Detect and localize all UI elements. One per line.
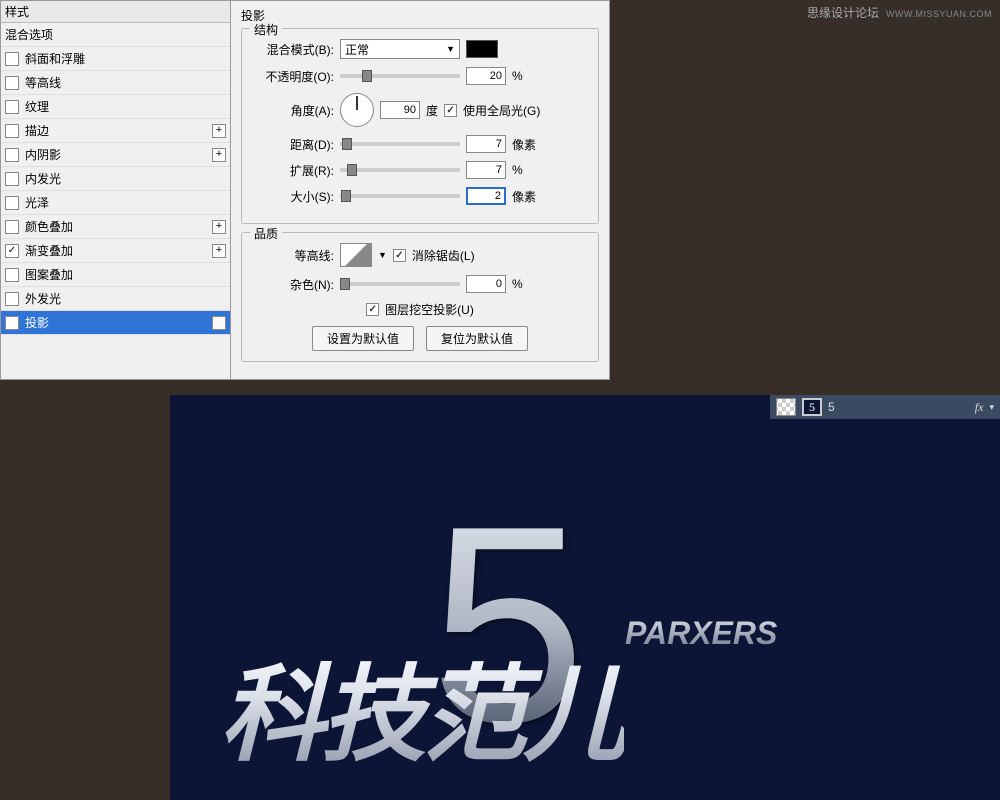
distance-slider[interactable]	[340, 142, 460, 146]
layer-mask-thumbnail[interactable]: 5	[802, 398, 822, 416]
distance-label: 距离(D):	[254, 136, 334, 153]
style-checkbox[interactable]	[5, 220, 19, 234]
sidebar-item-label: 投影	[25, 314, 212, 331]
drop-shadow-panel: 投影 结构 混合模式(B): 正常 ▼ 不透明度(O): % 角度(A):	[231, 1, 609, 379]
sidebar-item-label: 光泽	[25, 194, 226, 211]
sidebar-item-2[interactable]: 纹理	[1, 95, 230, 119]
chevron-down-icon: ▼	[446, 44, 455, 54]
canvas-preview: 5 5 fx ▾ 5 PARXERS 科技范儿	[170, 395, 1000, 800]
opacity-input[interactable]	[466, 67, 506, 85]
layer-name[interactable]: 5	[828, 400, 835, 414]
sidebar-item-7[interactable]: 颜色叠加+	[1, 215, 230, 239]
sidebar-item-9[interactable]: 图案叠加	[1, 263, 230, 287]
structure-fieldset: 结构 混合模式(B): 正常 ▼ 不透明度(O): % 角度(A): 度	[241, 28, 599, 224]
size-slider[interactable]	[340, 194, 460, 198]
contour-label: 等高线:	[254, 247, 334, 264]
sidebar-item-label: 等高线	[25, 74, 226, 91]
style-checkbox[interactable]	[5, 148, 19, 162]
blending-options-item[interactable]: 混合选项	[1, 23, 230, 47]
style-checkbox[interactable]	[5, 52, 19, 66]
antialias-checkbox[interactable]	[393, 249, 406, 262]
sidebar-item-10[interactable]: 外发光	[1, 287, 230, 311]
sidebar-item-label: 内阴影	[25, 146, 212, 163]
chevron-down-icon[interactable]: ▼	[378, 250, 387, 260]
plus-icon[interactable]: +	[212, 148, 226, 162]
make-default-button[interactable]: 设置为默认值	[312, 326, 414, 351]
spread-slider[interactable]	[340, 168, 460, 172]
size-input[interactable]	[466, 187, 506, 205]
artwork-chinese-text: 科技范儿	[220, 630, 624, 782]
plus-icon[interactable]: +	[212, 124, 226, 138]
spread-label: 扩展(R):	[254, 162, 334, 179]
sidebar-item-label: 内发光	[25, 170, 226, 187]
fx-icon[interactable]: fx	[975, 400, 984, 415]
blend-mode-label: 混合模式(B):	[254, 41, 334, 58]
sidebar-item-label: 颜色叠加	[25, 218, 212, 235]
noise-label: 杂色(N):	[254, 276, 334, 293]
style-checkbox[interactable]	[5, 196, 19, 210]
opacity-slider[interactable]	[340, 74, 460, 78]
style-checkbox[interactable]	[5, 172, 19, 186]
shadow-color-swatch[interactable]	[466, 40, 498, 58]
sidebar-item-4[interactable]: 内阴影+	[1, 143, 230, 167]
plus-icon[interactable]: +	[212, 316, 226, 330]
size-label: 大小(S):	[254, 188, 334, 205]
plus-icon[interactable]: +	[212, 220, 226, 234]
sidebar-item-label: 图案叠加	[25, 266, 226, 283]
angle-input[interactable]	[380, 101, 420, 119]
angle-label: 角度(A):	[254, 102, 334, 119]
sidebar-item-0[interactable]: 斜面和浮雕	[1, 47, 230, 71]
styles-sidebar: 样式 混合选项 斜面和浮雕等高线纹理描边+内阴影+内发光光泽颜色叠加+✓渐变叠加…	[1, 1, 231, 379]
style-checkbox[interactable]: ✓	[5, 244, 19, 258]
blend-mode-select[interactable]: 正常 ▼	[340, 39, 460, 59]
noise-slider[interactable]	[340, 282, 460, 286]
sidebar-item-8[interactable]: ✓ 渐变叠加+	[1, 239, 230, 263]
panel-title: 投影	[241, 7, 599, 24]
style-checkbox[interactable]: ✓	[5, 316, 19, 330]
layer-style-dialog: 样式 混合选项 斜面和浮雕等高线纹理描边+内阴影+内发光光泽颜色叠加+✓渐变叠加…	[0, 0, 610, 380]
style-checkbox[interactable]	[5, 292, 19, 306]
chevron-down-icon[interactable]: ▾	[989, 402, 994, 413]
sidebar-item-1[interactable]: 等高线	[1, 71, 230, 95]
contour-picker[interactable]	[340, 243, 372, 267]
style-checkbox[interactable]	[5, 124, 19, 138]
artwork-parxers-text: PARXERS	[625, 615, 777, 652]
reset-default-button[interactable]: 复位为默认值	[426, 326, 528, 351]
sidebar-item-6[interactable]: 光泽	[1, 191, 230, 215]
opacity-label: 不透明度(O):	[254, 68, 334, 85]
style-checkbox[interactable]	[5, 268, 19, 282]
global-light-checkbox[interactable]	[444, 104, 457, 117]
style-checkbox[interactable]	[5, 76, 19, 90]
style-checkbox[interactable]	[5, 100, 19, 114]
knockout-checkbox[interactable]	[366, 303, 379, 316]
sidebar-item-label: 渐变叠加	[25, 242, 212, 259]
distance-input[interactable]	[466, 135, 506, 153]
watermark: 思缘设计论坛 WWW.MISSYUAN.COM	[807, 4, 992, 21]
sidebar-item-label: 描边	[25, 122, 212, 139]
styles-header: 样式	[1, 1, 230, 23]
sidebar-item-label: 外发光	[25, 290, 226, 307]
quality-fieldset: 品质 等高线: ▼ 消除锯齿(L) 杂色(N): % 图层挖空投影(U) 设置为…	[241, 232, 599, 362]
sidebar-item-label: 斜面和浮雕	[25, 50, 226, 67]
antialias-label: 消除锯齿(L)	[412, 247, 475, 264]
knockout-label: 图层挖空投影(U)	[385, 301, 474, 318]
layer-bar: 5 5 fx ▾	[770, 395, 1000, 419]
sidebar-item-3[interactable]: 描边+	[1, 119, 230, 143]
layer-thumbnail-icon[interactable]	[776, 398, 796, 416]
angle-dial[interactable]	[340, 93, 374, 127]
plus-icon[interactable]: +	[212, 244, 226, 258]
sidebar-item-5[interactable]: 内发光	[1, 167, 230, 191]
noise-input[interactable]	[466, 275, 506, 293]
sidebar-item-label: 纹理	[25, 98, 226, 115]
sidebar-item-11[interactable]: ✓ 投影+	[1, 311, 230, 335]
global-light-label: 使用全局光(G)	[463, 102, 540, 119]
spread-input[interactable]	[466, 161, 506, 179]
